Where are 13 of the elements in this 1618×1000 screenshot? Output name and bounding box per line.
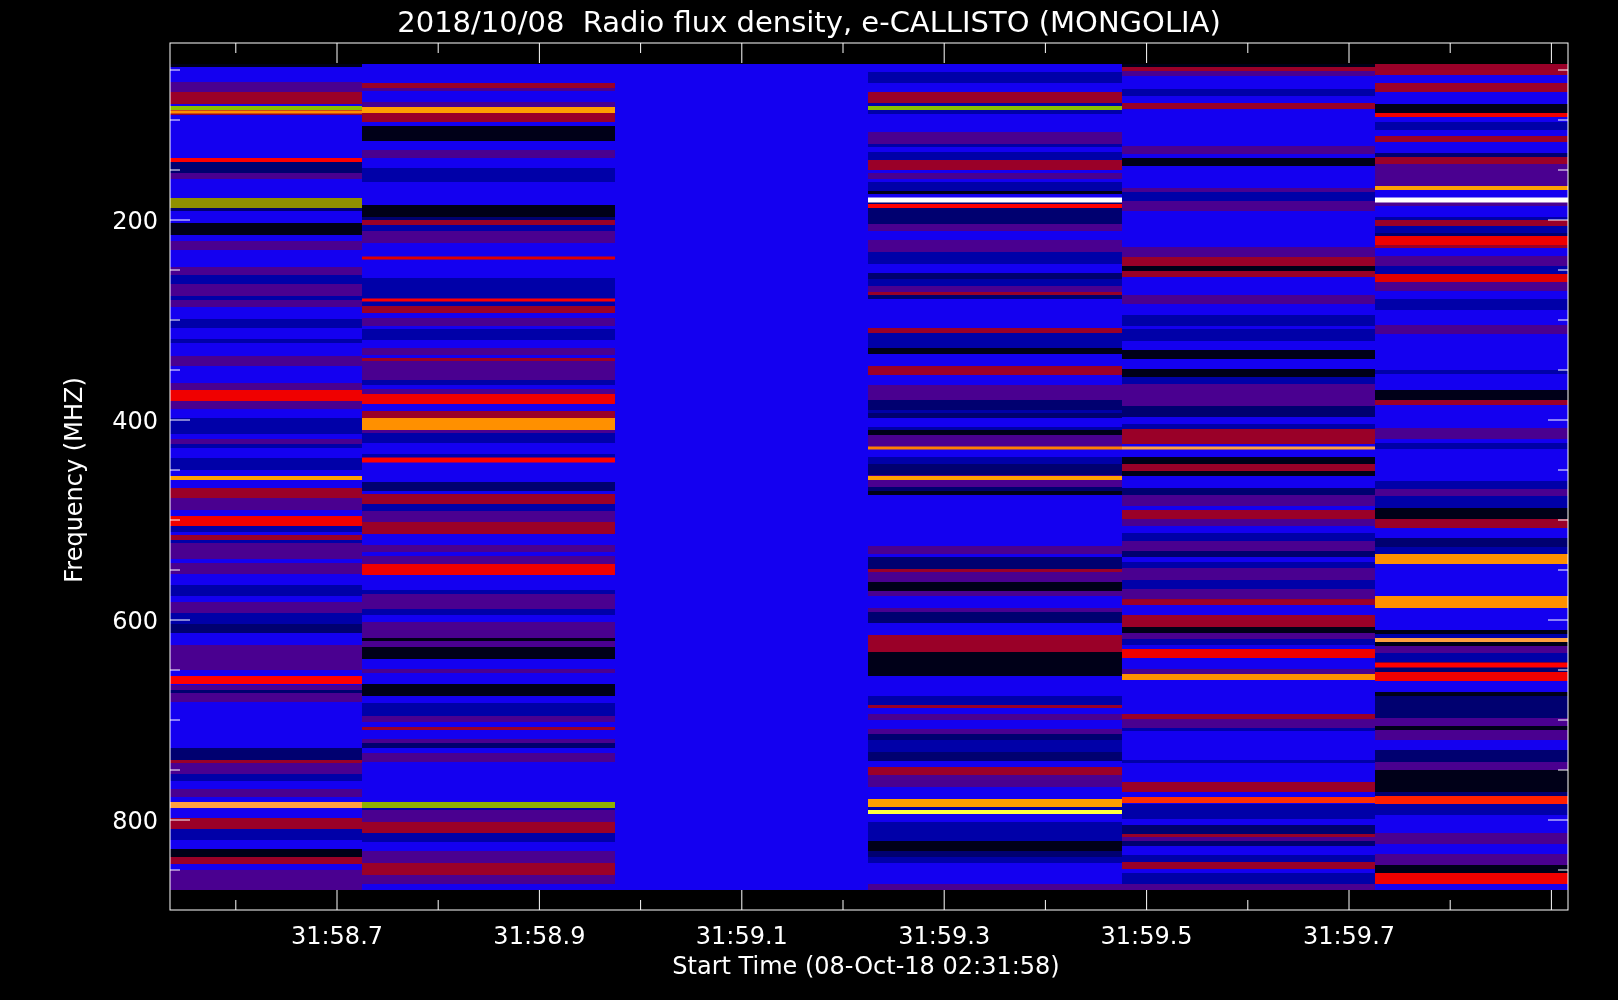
x-tick-label: 31:58.9 (493, 922, 586, 950)
x-tick-label: 31:59.7 (1302, 922, 1396, 950)
y-tick-label: 600 (112, 607, 158, 635)
y-tick-label: 400 (112, 407, 158, 435)
x-tick-label: 31:59.3 (898, 922, 991, 950)
x-tick-label: 31:59.1 (695, 922, 788, 950)
x-tick-label: 31:59.5 (1100, 922, 1193, 950)
y-tick-label: 800 (112, 807, 158, 835)
x-axis-label: Start Time (08-Oct-18 02:31:58) (672, 952, 1060, 980)
y-tick-label: 200 (112, 207, 158, 235)
y-axis-label: Frequency (MHZ) (60, 377, 88, 583)
chart-title: 2018/10/08 Radio flux density, e-CALLISTO (MONGOLIA) (397, 5, 1221, 39)
x-tick-label: 31:58.7 (290, 922, 384, 950)
